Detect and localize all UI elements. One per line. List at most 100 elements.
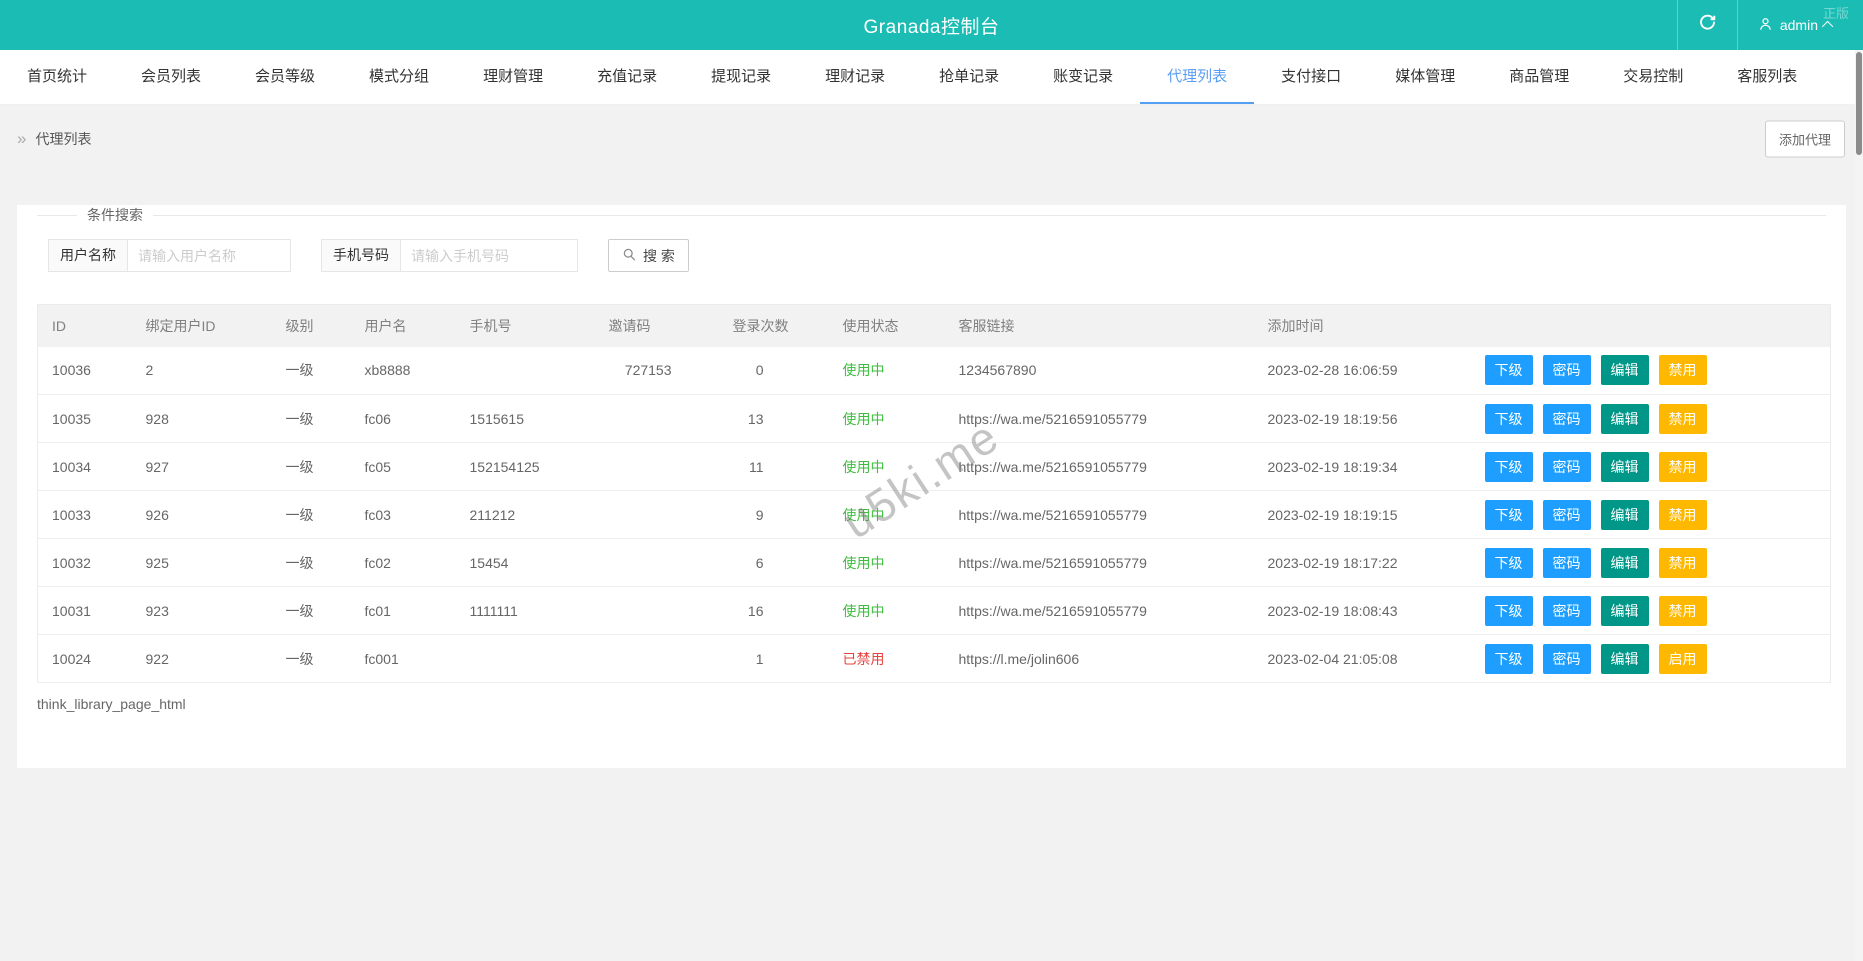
column-header: 使用状态 [828,304,945,347]
search-row: 用户名称 手机号码 搜 索 [48,239,1826,272]
password-button[interactable]: 密码 [1542,643,1591,674]
toggle-status-button[interactable]: 禁用 [1658,451,1707,482]
cell-login-count: 9 [718,490,829,539]
cell-level: 一级 [271,490,351,539]
nav-tab[interactable]: 充值记录 [570,50,684,104]
status-badge: 使用中 [842,458,885,475]
password-button[interactable]: 密码 [1542,403,1591,434]
nav-tab[interactable]: 理财记录 [798,50,912,104]
cell-invite-code [594,538,719,587]
cell-phone [455,346,595,395]
column-header: 绑定用户ID [131,304,272,347]
username-label: admin [1779,17,1818,33]
cell-created-at: 2023-02-28 16:06:59 [1253,346,1471,395]
edit-button[interactable]: 编辑 [1600,643,1649,674]
sub-agents-button[interactable]: 下级 [1484,355,1533,386]
cell-created-at: 2023-02-19 18:08:43 [1253,586,1471,635]
cell-status: 使用中 [828,490,945,539]
search-legend: 条件搜索 [87,207,143,223]
password-button[interactable]: 密码 [1542,355,1591,386]
cell-actions: 下级 密码 编辑 禁用 [1470,442,1831,491]
table-row: 10032 925 一级 fc02 15454 6 使用中 https://wa.me/521… [37,538,1831,587]
nav-tab[interactable]: 理财管理 [456,50,570,104]
cell-invite-code [594,394,719,443]
status-badge: 使用中 [842,602,885,619]
refresh-icon [1698,13,1717,37]
refresh-button[interactable] [1678,0,1737,50]
table-header-row: ID 绑定用户ID 级别 用户名 手机号 邀请码 登录次数 使用状态 客服链接 添加时间 [37,304,1831,347]
edit-button[interactable]: 编辑 [1600,499,1649,530]
nav-tab[interactable]: 客服列表 [1710,50,1824,104]
cell-phone: 15454 [455,538,595,587]
cell-level: 一级 [271,346,351,395]
cell-username: fc001 [350,634,456,683]
password-button[interactable]: 密码 [1542,595,1591,626]
column-header: 手机号 [455,304,595,347]
nav-tab[interactable]: 抢单记录 [912,50,1026,104]
cell-created-at: 2023-02-19 18:19:15 [1253,490,1471,539]
sub-agents-button[interactable]: 下级 [1484,547,1533,578]
cell-phone [455,634,595,683]
cell-bind-uid: 923 [131,586,272,635]
nav-tab[interactable]: 首页统计 [0,50,114,104]
sub-agents-button[interactable]: 下级 [1484,403,1533,434]
toggle-status-button[interactable]: 禁用 [1658,355,1707,386]
toggle-status-button[interactable]: 启用 [1658,643,1707,674]
sub-agents-button[interactable]: 下级 [1484,643,1533,674]
nav-tab[interactable]: 代理列表 [1140,50,1255,104]
cell-actions: 下级 密码 编辑 禁用 [1470,586,1831,635]
scrollbar-thumb[interactable] [1856,52,1862,155]
phone-label: 手机号码 [321,239,400,272]
nav-tab[interactable]: 商品管理 [1482,50,1596,104]
column-header: 级别 [271,304,351,347]
nav-tab[interactable]: 提现记录 [684,50,798,104]
edit-button[interactable]: 编辑 [1600,403,1649,434]
nav-tab[interactable]: 模式分组 [342,50,456,104]
cell-phone: 211212 [455,490,595,539]
status-badge: 使用中 [842,554,885,571]
column-header: ID [37,304,132,347]
table-row: 10035 928 一级 fc06 1515615 13 使用中 https://wa.me/… [37,394,1831,443]
edit-button[interactable]: 编辑 [1600,355,1649,386]
nav-tab[interactable]: 交易控制 [1596,50,1710,104]
cell-level: 一级 [271,538,351,587]
column-header: 用户名 [350,304,456,347]
agents-table: ID 绑定用户ID 级别 用户名 手机号 邀请码 登录次数 使用状态 客服链接 添加时间 1003… [37,304,1831,683]
toggle-status-button[interactable]: 禁用 [1658,547,1707,578]
toggle-status-button[interactable]: 禁用 [1658,403,1707,434]
cell-phone: 152154125 [455,442,595,491]
cell-service-link: 1234567890 [944,346,1254,395]
sub-agents-button[interactable]: 下级 [1484,499,1533,530]
edit-button[interactable]: 编辑 [1600,547,1649,578]
cell-login-count: 16 [718,586,829,635]
password-button[interactable]: 密码 [1542,451,1591,482]
status-badge: 已禁用 [842,650,885,667]
nav-tab[interactable]: 支付接口 [1254,50,1368,104]
username-input[interactable] [127,239,291,272]
table-row: 10031 923 一级 fc01 1111111 16 使用中 https://wa.me/… [37,586,1831,635]
sub-agents-button[interactable]: 下级 [1484,595,1533,626]
user-icon [1758,16,1773,35]
user-menu[interactable]: admin [1738,0,1853,50]
table-row: 10034 927 一级 fc05 152154125 11 使用中 https://wa.m… [37,442,1831,491]
cell-phone: 1515615 [455,394,595,443]
nav-tab[interactable]: 会员等级 [228,50,342,104]
search-button[interactable]: 搜 索 [608,239,689,272]
toggle-status-button[interactable]: 禁用 [1658,595,1707,626]
cell-actions: 下级 密码 编辑 禁用 [1470,490,1831,539]
cell-created-at: 2023-02-19 18:19:34 [1253,442,1471,491]
edit-button[interactable]: 编辑 [1600,451,1649,482]
edit-button[interactable]: 编辑 [1600,595,1649,626]
toggle-status-button[interactable]: 禁用 [1658,499,1707,530]
column-header: 客服链接 [944,304,1254,347]
password-button[interactable]: 密码 [1542,547,1591,578]
nav-tab[interactable]: 会员列表 [114,50,228,104]
add-agent-button[interactable]: 添加代理 [1764,120,1845,157]
sub-agents-button[interactable]: 下级 [1484,451,1533,482]
nav-tab[interactable]: 账变记录 [1026,50,1140,104]
cell-username: fc05 [350,442,456,491]
search-button-label: 搜 索 [643,247,675,264]
nav-tab[interactable]: 媒体管理 [1368,50,1482,104]
phone-input[interactable] [400,239,578,272]
password-button[interactable]: 密码 [1542,499,1591,530]
